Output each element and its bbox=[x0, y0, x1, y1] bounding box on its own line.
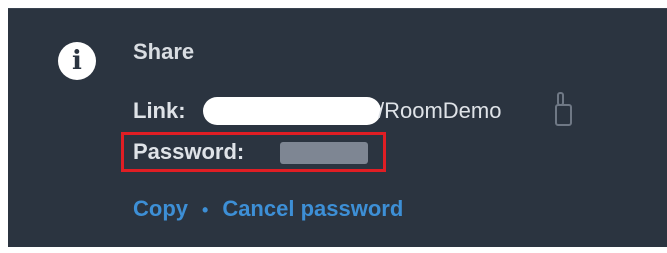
redacted-link-host bbox=[203, 97, 381, 125]
password-label: Password: bbox=[133, 139, 245, 164]
link-label: Link: bbox=[133, 98, 186, 123]
share-panel: i Share Link: /RoomDemo Password: Copy • C… bbox=[8, 8, 667, 247]
copy-link[interactable]: Copy bbox=[133, 194, 188, 224]
clipboard-icon[interactable] bbox=[553, 91, 573, 127]
cancel-password-link[interactable]: Cancel password bbox=[222, 194, 403, 224]
redacted-password-value bbox=[280, 142, 368, 164]
info-icon: i bbox=[58, 42, 96, 80]
screenshot-frame: i Share Link: /RoomDemo Password: Copy • C… bbox=[0, 0, 667, 253]
share-title: Share bbox=[133, 39, 195, 64]
link-url-text[interactable]: /RoomDemo bbox=[378, 94, 501, 128]
action-separator: • bbox=[202, 200, 209, 220]
share-actions: Copy • Cancel password bbox=[133, 194, 403, 225]
